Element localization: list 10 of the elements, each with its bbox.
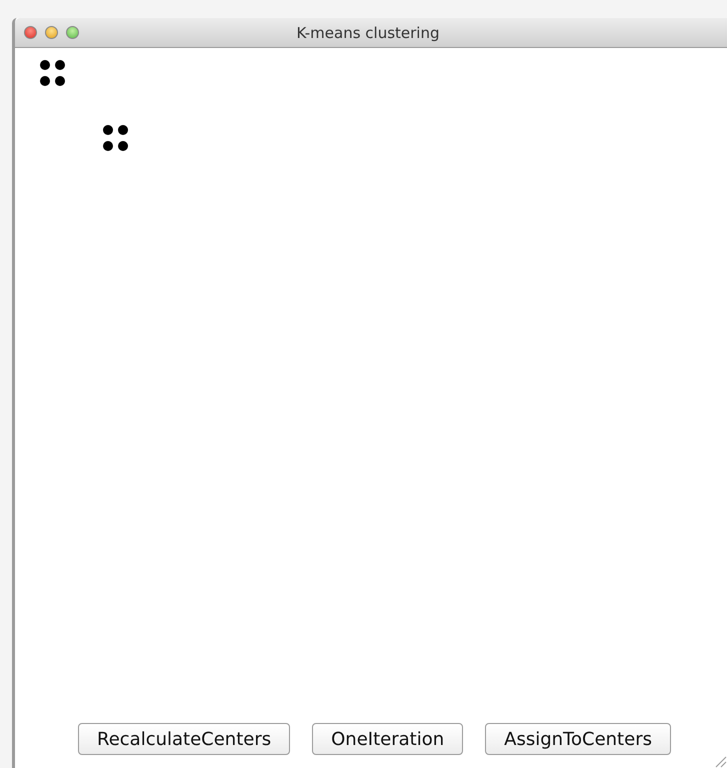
zoom-button[interactable]	[66, 26, 79, 39]
point-cluster-drawing	[103, 125, 128, 151]
close-button[interactable]	[24, 26, 37, 39]
resize-grip-icon[interactable]	[713, 754, 727, 768]
point-cluster-drawing	[40, 60, 65, 86]
action-button[interactable]: AssignToCenters	[485, 723, 671, 755]
action-button[interactable]: RecalculateCenters	[78, 723, 290, 755]
minimize-button[interactable]	[45, 26, 58, 39]
window-title: K-means clustering	[295, 24, 440, 42]
action-button[interactable]: OneIteration	[312, 723, 464, 755]
